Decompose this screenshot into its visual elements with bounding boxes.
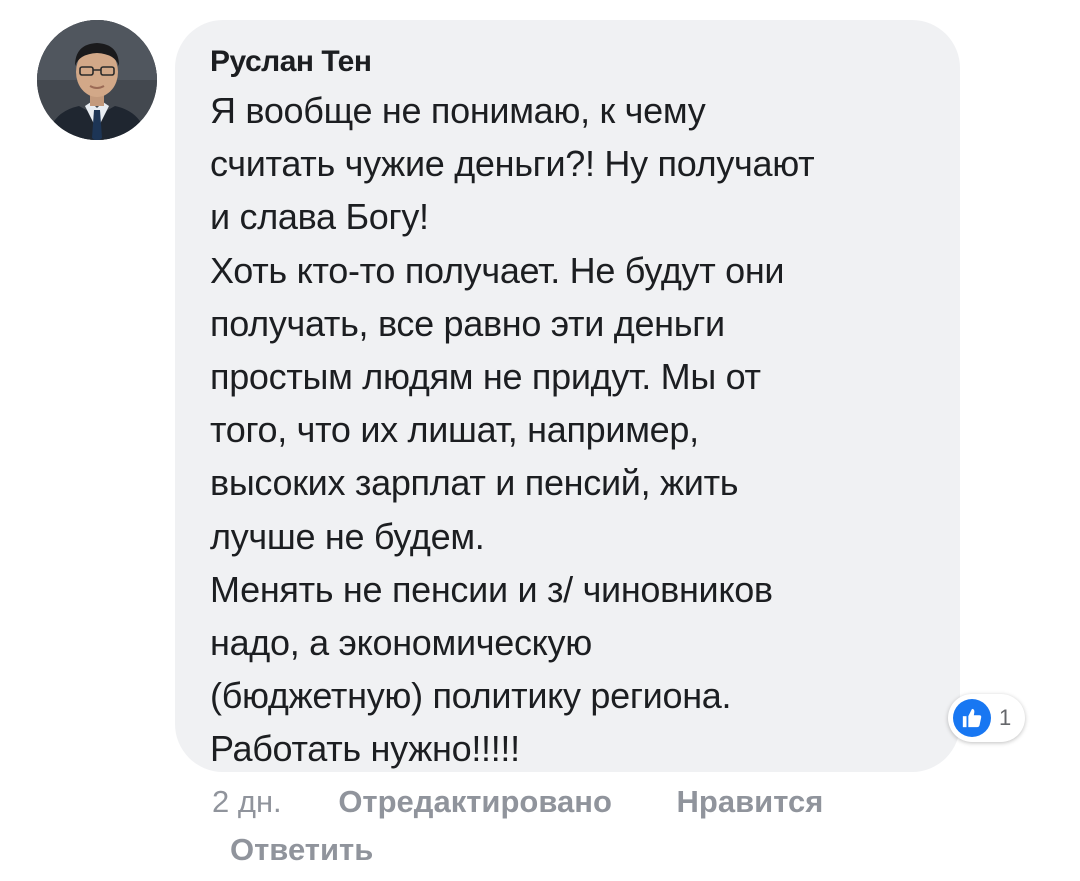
comment-line: (бюджетную) политику региона.: [210, 675, 732, 717]
comment-line: того, что их лишат, например,: [210, 409, 699, 451]
comment-line: высоких зарплат и пенсий, жить: [210, 462, 739, 504]
author-name[interactable]: Руслан Тен: [210, 42, 930, 82]
comment-line: Хоть кто-то получает. Не будут они: [210, 249, 785, 291]
comment: Руслан Тен Я вообще не понимаю, к чему с…: [0, 0, 1080, 881]
like-button[interactable]: Нравится: [677, 780, 824, 824]
edited-link[interactable]: Отредактировано: [338, 780, 612, 824]
comment-line: Я вообще не понимаю, к чему: [210, 90, 706, 131]
comment-line: получать, все равно эти деньги: [210, 302, 725, 344]
comment-line: Менять не пенсии и з/ чиновников: [210, 568, 773, 610]
comment-line: простым людям не придут. Мы от: [210, 356, 761, 398]
author-avatar[interactable]: [37, 20, 157, 140]
comment-line: и слава Богу!: [210, 196, 429, 238]
comment-timestamp[interactable]: 2 дн.: [212, 780, 282, 824]
comment-line: надо, а экономическую: [210, 622, 592, 664]
comment-meta: 2 дн. Отредактировано Нравится: [212, 780, 932, 824]
reaction-count: 1: [999, 705, 1012, 730]
reply-button[interactable]: Ответить: [230, 828, 373, 872]
comment-bubble: Руслан Тен Я вообще не понимаю, к чему с…: [175, 20, 960, 772]
comment-line: считать чужие деньги?! Ну получают: [210, 143, 815, 185]
comment-line: лучше не будем.: [210, 515, 485, 557]
comment-line: Работать нужно!!!!!: [210, 728, 520, 770]
avatar-photo: [37, 20, 157, 140]
thumbs-up-icon: [953, 699, 991, 737]
comment-text: Я вообще не понимаю, к чему считать чужи…: [210, 84, 930, 776]
reaction-summary[interactable]: 1: [948, 694, 1026, 742]
